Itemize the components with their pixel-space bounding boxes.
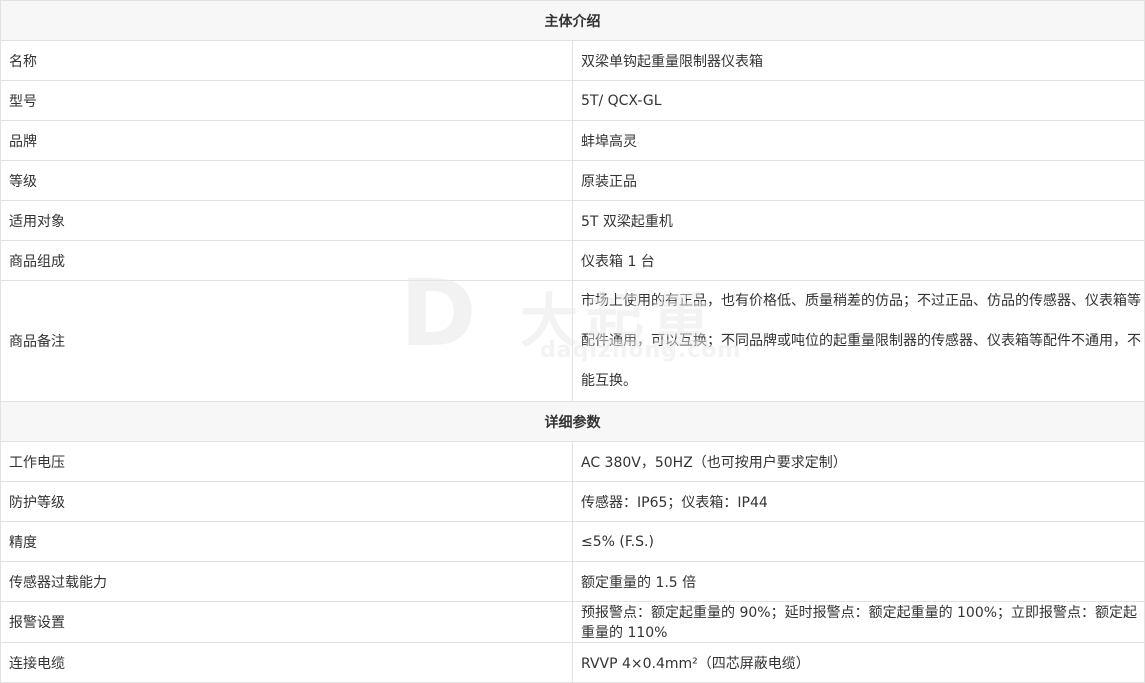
table-row: 工作电压 AC 380V，50HZ（也可按用户要求定制） [0,441,1145,482]
row-label: 等级 [0,160,573,201]
table-row: 防护等级 传感器：IP65；仪表箱：IP44 [0,481,1145,522]
spec-page: 主体介绍 名称 双梁单钩起重量限制器仪表箱 型号 5T/ QCX-GL 品牌 蚌… [0,0,1145,683]
row-value: ≤5% (F.S.) [572,521,1145,562]
section-title: 详细参数 [0,401,1145,442]
spec-table: 主体介绍 名称 双梁单钩起重量限制器仪表箱 型号 5T/ QCX-GL 品牌 蚌… [0,0,1145,683]
row-label: 报警设置 [0,601,573,643]
row-value: AC 380V，50HZ（也可按用户要求定制） [572,441,1145,482]
row-value: 传感器：IP65；仪表箱：IP44 [572,481,1145,522]
row-label: 商品组成 [0,240,573,281]
table-row: 精度 ≤5% (F.S.) [0,521,1145,562]
row-label: 连接电缆 [0,642,573,683]
row-label: 名称 [0,40,573,81]
table-row: 商品备注 市场上使用的有正品，也有价格低、质量稍差的仿品；不过正品、仿品的传感器… [0,280,1145,402]
row-label: 商品备注 [0,280,573,402]
row-value: 额定重量的 1.5 倍 [572,561,1145,602]
row-value: RVVP 4×0.4mm²（四芯屏蔽电缆） [572,642,1145,683]
row-label: 型号 [0,80,573,121]
row-label: 传感器过载能力 [0,561,573,602]
table-row: 商品组成 仪表箱 1 台 [0,240,1145,281]
row-value: 预报警点：额定起重量的 90%；延时报警点：额定起重量的 100%；立即报警点：… [572,601,1145,643]
table-row: 连接电缆 RVVP 4×0.4mm²（四芯屏蔽电缆） [0,642,1145,683]
row-value: 仪表箱 1 台 [572,240,1145,281]
row-label: 工作电压 [0,441,573,482]
row-value: 双梁单钩起重量限制器仪表箱 [572,40,1145,81]
section-title: 主体介绍 [0,0,1145,41]
row-label: 适用对象 [0,200,573,241]
row-value: 5T/ QCX-GL [572,80,1145,121]
row-value: 原装正品 [572,160,1145,201]
section-header-intro: 主体介绍 [0,0,1145,41]
row-label: 品牌 [0,120,573,161]
row-value: 蚌埠高灵 [572,120,1145,161]
table-row: 品牌 蚌埠高灵 [0,120,1145,161]
table-row: 等级 原装正品 [0,160,1145,201]
table-row: 报警设置 预报警点：额定起重量的 90%；延时报警点：额定起重量的 100%；立… [0,601,1145,643]
row-value: 市场上使用的有正品，也有价格低、质量稍差的仿品；不过正品、仿品的传感器、仪表箱等… [572,280,1145,402]
row-value: 5T 双梁起重机 [572,200,1145,241]
table-row: 型号 5T/ QCX-GL [0,80,1145,121]
table-row: 名称 双梁单钩起重量限制器仪表箱 [0,40,1145,81]
row-label: 精度 [0,521,573,562]
table-row: 传感器过载能力 额定重量的 1.5 倍 [0,561,1145,602]
section-header-details: 详细参数 [0,401,1145,442]
table-row: 适用对象 5T 双梁起重机 [0,200,1145,241]
row-label: 防护等级 [0,481,573,522]
